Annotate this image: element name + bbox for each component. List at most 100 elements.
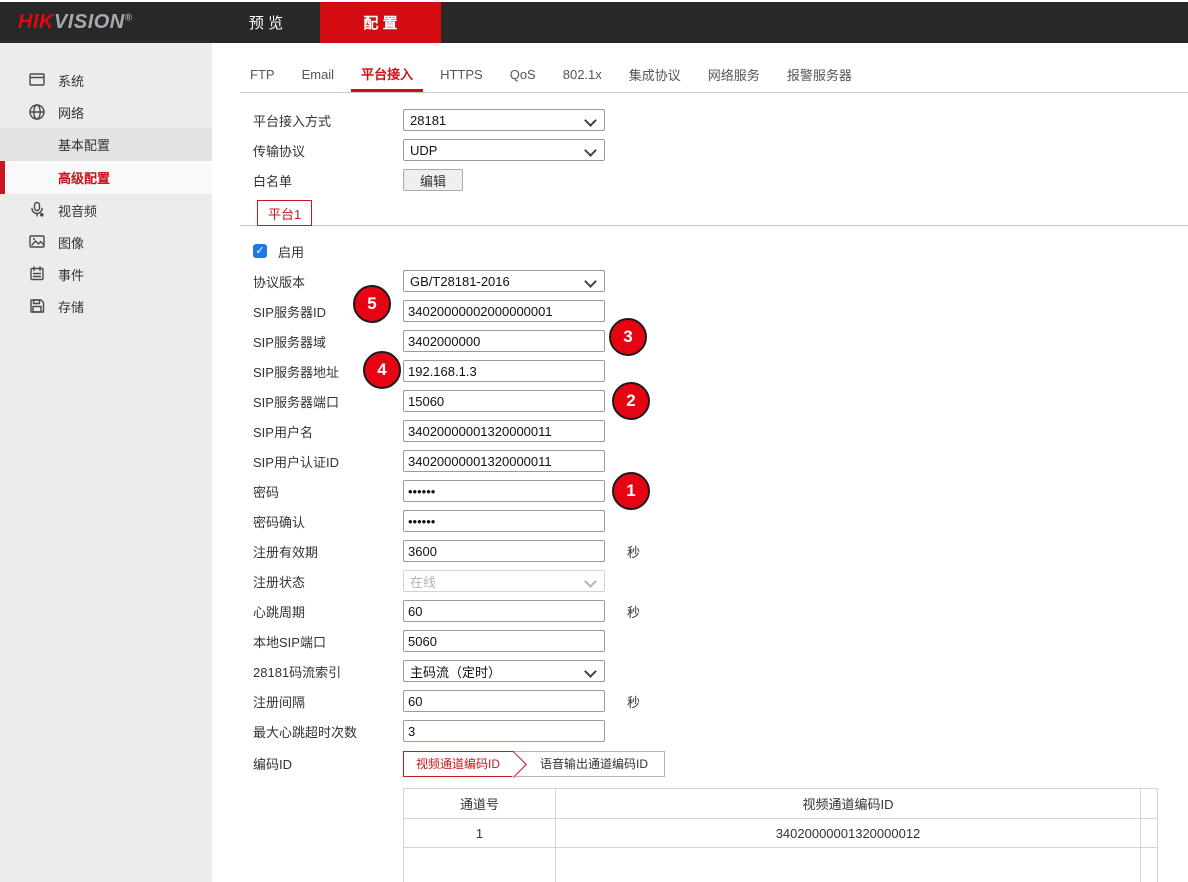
sidebar-item-system[interactable]: 系统 xyxy=(0,64,212,96)
form-row-platform-access-mode: 平台接入方式 28181 xyxy=(253,105,1188,135)
topbar: HIKVISION® 预 览 配 置 xyxy=(0,2,1188,43)
field-label: 心跳周期 xyxy=(253,602,403,621)
logo-registered-mark: ® xyxy=(125,12,133,23)
table-header-row: 通道号 视频通道编码ID xyxy=(404,789,1158,819)
tab-label: 视频通道编码ID xyxy=(416,755,500,772)
sidebar-submenu-network: 基本配置 高级配置 xyxy=(0,128,212,194)
sidebar-item-label: 事件 xyxy=(58,265,84,284)
form-row-register-interval: 注册间隔 秒 xyxy=(253,686,1188,716)
tab-alarm-server[interactable]: 报警服务器 xyxy=(777,43,862,92)
field-label: 最大心跳超时次数 xyxy=(253,722,403,741)
register-interval-input[interactable] xyxy=(403,690,605,712)
local-sip-port-input[interactable] xyxy=(403,630,605,652)
register-validity-input[interactable] xyxy=(403,540,605,562)
field-label: 注册状态 xyxy=(253,572,403,591)
sidebar-item-audio-video[interactable]: 视音频 xyxy=(0,194,212,226)
column-header-spacer xyxy=(1141,789,1158,819)
column-header-video-encoding-id: 视频通道编码ID xyxy=(556,789,1141,819)
field-label: 28181码流索引 xyxy=(253,662,403,681)
sidebar-item-image[interactable]: 图像 xyxy=(0,226,212,258)
table-row xyxy=(404,848,1158,882)
enable-label: 启用 xyxy=(278,242,304,261)
tab-https[interactable]: HTTPS xyxy=(430,43,493,92)
column-header-channel: 通道号 xyxy=(404,789,556,819)
tab-integration-protocol[interactable]: 集成协议 xyxy=(619,43,691,92)
callout-circle-5: 5 xyxy=(353,285,391,323)
field-label: SIP用户认证ID xyxy=(253,452,403,471)
channel-encoding-table: 通道号 视频通道编码ID 1 34020000001320000012 xyxy=(403,788,1158,882)
sidebar-item-label: 视音频 xyxy=(58,201,97,220)
topnav-tab-preview[interactable]: 预 览 xyxy=(212,2,320,43)
form-row-register-validity: 注册有效期 秒 xyxy=(253,536,1188,566)
form-row-encoding-id: 编码ID 视频通道编码ID 语音输出通道编码ID xyxy=(253,750,1188,777)
logo-hik: HIK xyxy=(18,11,54,33)
stream-index-select[interactable]: 主码流（定时） xyxy=(403,660,605,682)
encoding-id-tabs: 视频通道编码ID 语音输出通道编码ID xyxy=(403,751,665,777)
sidebar-item-label: 网络 xyxy=(58,103,84,122)
form-row-sip-server-port: SIP服务器端口 xyxy=(253,386,1188,416)
unit-seconds: 秒 xyxy=(627,542,640,561)
form-row-protocol-version: 协议版本 GB/T28181-2016 xyxy=(253,266,1188,296)
heartbeat-period-input[interactable] xyxy=(403,600,605,622)
enable-checkbox[interactable]: ✓ xyxy=(253,244,267,258)
main-content: FTP Email 平台接入 HTTPS QoS 802.1x 集成协议 网络服… xyxy=(212,43,1188,882)
form-row-password: 密码 xyxy=(253,476,1188,506)
cell-channel-number: 1 xyxy=(404,819,556,848)
protocol-version-select[interactable]: GB/T28181-2016 xyxy=(403,270,605,292)
callout-circle-1: 1 xyxy=(612,472,650,510)
sip-auth-id-input[interactable] xyxy=(403,450,605,472)
topnav-tab-config[interactable]: 配 置 xyxy=(320,2,441,43)
form-row-sip-server-domain: SIP服务器域 xyxy=(253,326,1188,356)
sidebar-item-network[interactable]: 网络 xyxy=(0,96,212,128)
sip-server-address-input[interactable] xyxy=(403,360,605,382)
whitelist-edit-button[interactable]: 编辑 xyxy=(403,169,463,191)
sidebar-item-event[interactable]: 事件 xyxy=(0,258,212,290)
callout-circle-2: 2 xyxy=(612,382,650,420)
callout-circle-3: 3 xyxy=(609,318,647,356)
sip-server-domain-input[interactable] xyxy=(403,330,605,352)
field-label: 传输协议 xyxy=(253,141,403,160)
password-input[interactable] xyxy=(403,480,605,502)
platform1-tab[interactable]: 平台1 xyxy=(257,200,312,226)
sidebar-item-advanced-config[interactable]: 高级配置 xyxy=(0,161,212,194)
field-label: SIP服务器端口 xyxy=(253,392,403,411)
network-icon xyxy=(28,103,46,121)
sip-server-port-input[interactable] xyxy=(403,390,605,412)
sidebar-item-storage[interactable]: 存储 xyxy=(0,290,212,322)
form-row-sip-server-id: SIP服务器ID xyxy=(253,296,1188,326)
field-label: SIP服务器域 xyxy=(253,332,403,351)
tab-platform-access[interactable]: 平台接入 xyxy=(351,43,423,92)
sidebar-item-label: 存储 xyxy=(58,297,84,316)
password-confirm-input[interactable] xyxy=(403,510,605,532)
form-row-max-heartbeat-timeout: 最大心跳超时次数 xyxy=(253,716,1188,746)
transport-protocol-select[interactable]: UDP xyxy=(403,139,605,161)
tab-audio-output-channel-encoding-id[interactable]: 语音输出通道编码ID xyxy=(514,751,665,777)
sip-username-input[interactable] xyxy=(403,420,605,442)
tab-8021x[interactable]: 802.1x xyxy=(553,43,612,92)
cell-spacer xyxy=(1141,848,1158,882)
tab-video-channel-encoding-id[interactable]: 视频通道编码ID xyxy=(403,751,514,777)
form-row-sip-username: SIP用户名 xyxy=(253,416,1188,446)
settings-tabbar: FTP Email 平台接入 HTTPS QoS 802.1x 集成协议 网络服… xyxy=(240,43,1188,93)
audio-video-icon xyxy=(28,201,46,219)
storage-icon xyxy=(28,297,46,315)
image-icon xyxy=(28,233,46,251)
max-heartbeat-timeout-input[interactable] xyxy=(403,720,605,742)
field-label: 平台接入方式 xyxy=(253,111,403,130)
tab-network-service[interactable]: 网络服务 xyxy=(698,43,770,92)
system-icon xyxy=(28,71,46,89)
field-label: 密码确认 xyxy=(253,512,403,531)
tab-email[interactable]: Email xyxy=(292,43,345,92)
cell-encoding-id xyxy=(556,848,1141,882)
platform-access-mode-select[interactable]: 28181 xyxy=(403,109,605,131)
tab-ftp[interactable]: FTP xyxy=(240,43,285,92)
sidebar-item-label: 系统 xyxy=(58,71,84,90)
hikvision-logo: HIKVISION® xyxy=(0,11,133,34)
field-label: 白名单 xyxy=(253,171,403,190)
field-label: SIP用户名 xyxy=(253,422,403,441)
sip-server-id-input[interactable] xyxy=(403,300,605,322)
sidebar-item-basic-config[interactable]: 基本配置 xyxy=(0,128,212,161)
form-row-heartbeat-period: 心跳周期 秒 xyxy=(253,596,1188,626)
tab-qos[interactable]: QoS xyxy=(500,43,546,92)
register-status-select: 在线 xyxy=(403,570,605,592)
